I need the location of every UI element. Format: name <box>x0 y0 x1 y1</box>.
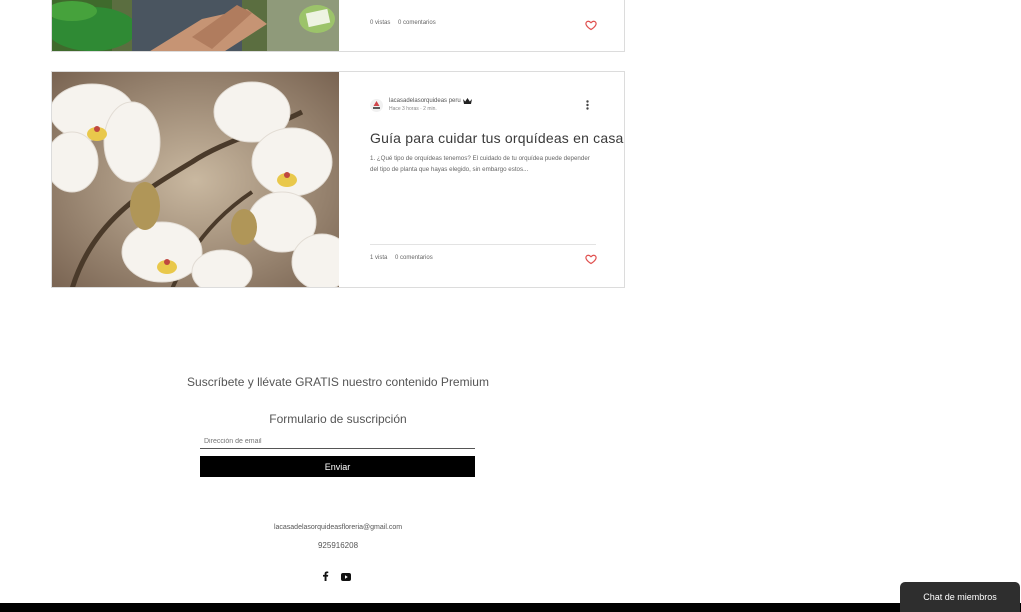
facebook-link[interactable] <box>322 568 329 586</box>
subscribe-promo: Suscríbete y llévate GRATIS nuestro cont… <box>187 375 489 389</box>
crown-icon <box>462 98 472 104</box>
post-stats: 0 vistas 0 comentarios <box>370 20 442 26</box>
facebook-icon <box>323 571 329 581</box>
submit-button[interactable]: Enviar <box>200 456 475 477</box>
footer-bar <box>0 603 1021 612</box>
heart-icon <box>585 20 597 31</box>
like-button[interactable] <box>585 252 597 265</box>
post-card[interactable]: lacasadelasorquideas peru Hace 3 horas ·… <box>51 71 625 288</box>
chat-members-button[interactable]: Chat de miembros <box>900 582 1020 612</box>
social-links <box>322 568 351 586</box>
post-image[interactable] <box>52 0 339 51</box>
heart-icon <box>585 254 597 265</box>
more-actions-button[interactable] <box>586 100 590 110</box>
like-button[interactable] <box>585 18 597 31</box>
comments-count[interactable]: 0 comentarios <box>395 255 433 261</box>
post-image[interactable] <box>52 72 339 287</box>
post-title[interactable]: Guía para cuidar tus orquídeas en casa <box>370 130 624 146</box>
views-count: 0 vistas <box>370 20 391 26</box>
author-row[interactable]: lacasadelasorquideas peru Hace 3 horas ·… <box>370 98 472 112</box>
youtube-icon <box>341 573 351 581</box>
post-excerpt: 1. ¿Qué tipo de orquídeas tenemos? El cu… <box>370 155 590 173</box>
post-stats: 1 vista 0 comentarios <box>370 255 439 261</box>
subscribe-form: Enviar <box>200 434 475 477</box>
contact-email[interactable]: lacasadelasorquideasfloreria@gmail.com <box>0 524 676 531</box>
form-title: Formulario de suscripción <box>269 412 407 426</box>
contact-phone: 925916208 <box>317 541 359 550</box>
youtube-link[interactable] <box>341 568 351 586</box>
email-input[interactable] <box>200 434 475 449</box>
avatar[interactable] <box>370 98 383 112</box>
views-count: 1 vista <box>370 255 388 261</box>
comments-count[interactable]: 0 comentarios <box>398 20 436 26</box>
author-name[interactable]: lacasadelasorquideas peru <box>389 98 461 104</box>
post-card[interactable]: 0 vistas 0 comentarios <box>51 0 625 52</box>
divider <box>370 244 596 245</box>
more-icon <box>586 100 589 110</box>
post-meta: Hace 3 horas · 2 min. <box>389 106 437 112</box>
